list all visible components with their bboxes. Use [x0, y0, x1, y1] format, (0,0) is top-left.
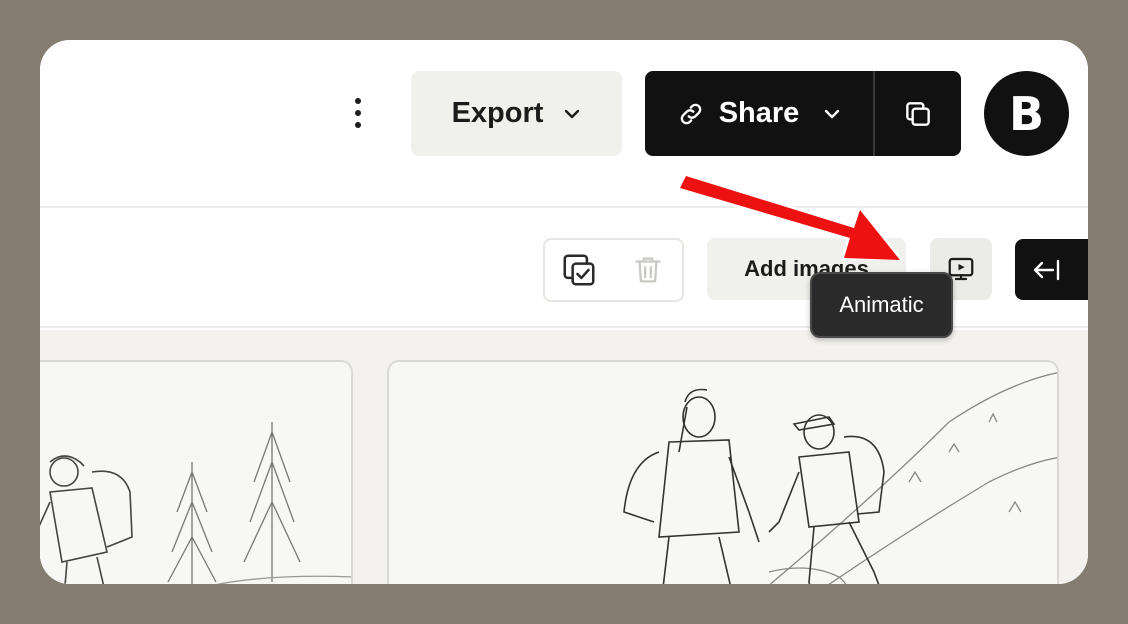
storyboard-panel[interactable]	[387, 360, 1059, 584]
export-label: Export	[451, 97, 544, 129]
share-button[interactable]: Share	[645, 71, 875, 156]
chevron-down-icon	[565, 109, 580, 118]
storyboard-canvas	[40, 330, 1088, 584]
user-avatar[interactable]: B	[984, 71, 1069, 156]
outer-frame: Export Share B Add images Animatic	[0, 0, 1128, 624]
link-icon	[680, 103, 701, 124]
share-label: Share	[718, 97, 800, 129]
select-all-button[interactable]	[545, 240, 614, 300]
top-bar: Export Share B	[40, 40, 1088, 208]
copy-icon	[906, 101, 930, 126]
share-button-group: Share	[645, 71, 961, 156]
selection-actions	[543, 238, 684, 302]
trash-icon	[635, 257, 661, 283]
animatic-tooltip: Animatic	[810, 272, 953, 338]
arrow-left-to-line-icon	[1033, 259, 1060, 280]
collapse-panel-button[interactable]	[1015, 239, 1088, 300]
storyboard-panel[interactable]	[40, 360, 353, 584]
avatar-initial: B	[1008, 86, 1045, 141]
more-options-icon[interactable]	[346, 98, 370, 128]
delete-button[interactable]	[614, 240, 683, 300]
copy-check-icon	[563, 254, 595, 286]
sketch-image	[389, 362, 1057, 584]
sketch-image	[40, 362, 351, 584]
copy-link-button[interactable]	[875, 71, 961, 156]
export-button[interactable]: Export	[411, 71, 622, 156]
chevron-down-icon	[825, 109, 840, 118]
tooltip-label: Animatic	[839, 292, 924, 317]
